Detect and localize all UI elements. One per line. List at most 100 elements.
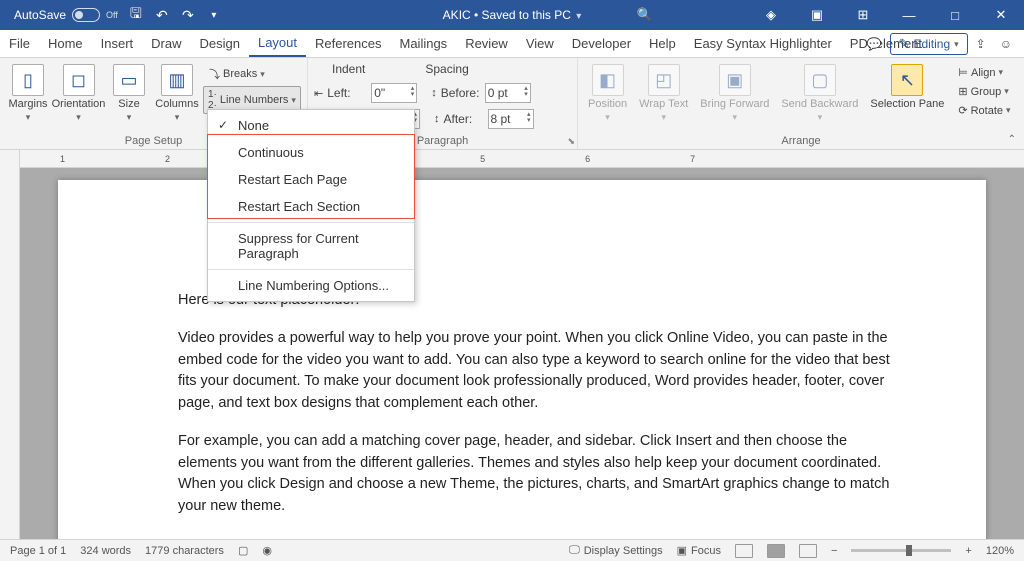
- titlebar: AutoSave Off 🖫 ↶ ↷ ▾ AKIC • Saved to thi…: [0, 0, 1024, 30]
- tab-insert[interactable]: Insert: [92, 30, 143, 57]
- horizontal-ruler[interactable]: 1234567: [20, 150, 1024, 168]
- columns-button[interactable]: ▥ Columns ▾: [155, 62, 199, 125]
- check-icon: ✓: [218, 118, 228, 132]
- breaks-icon: ⤵: [209, 66, 220, 82]
- account-icon[interactable]: ☺: [994, 35, 1018, 53]
- line-numbers-none[interactable]: ✓ None: [208, 112, 414, 139]
- workspace: 1234567 Here is our text placeholder: Vi…: [0, 150, 1024, 539]
- position-button[interactable]: ◧ Position▾: [584, 62, 631, 125]
- group-label-arrange: Arrange: [584, 135, 1018, 149]
- panel-icon[interactable]: ⊞: [840, 0, 886, 30]
- line-numbers-continuous[interactable]: Continuous: [208, 139, 414, 166]
- app-icon[interactable]: ▣: [794, 0, 840, 30]
- zoom-out-button[interactable]: −: [831, 545, 837, 557]
- rotate-button[interactable]: ⟳Rotate▾: [952, 102, 1016, 119]
- tab-review[interactable]: Review: [456, 30, 517, 57]
- paragraph-launcher[interactable]: ⬊: [567, 136, 575, 147]
- bring-forward-icon: ▣: [719, 64, 751, 96]
- tab-layout[interactable]: Layout: [249, 30, 306, 57]
- tab-references[interactable]: References: [306, 30, 390, 57]
- group-icon: ⊞: [958, 85, 967, 98]
- spacing-after-icon: ↕: [434, 113, 440, 125]
- editing-mode-button[interactable]: Editing ▾: [890, 33, 968, 55]
- accessibility-icon[interactable]: ◉: [262, 544, 272, 557]
- autosave-label: AutoSave: [14, 8, 66, 22]
- comments-icon[interactable]: 💬: [861, 35, 888, 53]
- document-title[interactable]: AKIC • Saved to this PC ▾: [443, 8, 582, 22]
- selection-pane-icon: ↖: [891, 64, 923, 96]
- tab-easysyntax[interactable]: Easy Syntax Highlighter: [685, 30, 841, 57]
- statusbar: Page 1 of 1 324 words 1779 characters ▢ …: [0, 539, 1024, 561]
- save-icon[interactable]: 🖫: [128, 7, 144, 23]
- ribbon: ▯ Margins ▾ ◻ Orientation ▾ ▭ Size ▾ ▥ C…: [0, 58, 1024, 150]
- word-count[interactable]: 324 words: [80, 545, 131, 557]
- wrap-text-button[interactable]: ◰ Wrap Text▾: [635, 62, 692, 125]
- columns-icon: ▥: [161, 64, 193, 96]
- menu-separator: [208, 222, 414, 223]
- print-layout-icon[interactable]: [767, 544, 785, 558]
- line-numbers-options[interactable]: Line Numbering Options...: [208, 272, 414, 299]
- collapse-ribbon-icon[interactable]: ⌃: [1008, 134, 1016, 145]
- tab-home[interactable]: Home: [39, 30, 92, 57]
- close-button[interactable]: ✕: [978, 0, 1024, 30]
- zoom-level[interactable]: 120%: [986, 545, 1014, 557]
- send-backward-icon: ▢: [804, 64, 836, 96]
- maximize-button[interactable]: □: [932, 0, 978, 30]
- align-button[interactable]: ⊨Align▾: [952, 64, 1016, 81]
- zoom-in-button[interactable]: +: [965, 545, 971, 557]
- search-icon[interactable]: 🔍: [622, 0, 668, 30]
- orientation-icon: ◻: [63, 64, 95, 96]
- redo-icon[interactable]: ↷: [180, 7, 196, 23]
- spell-check-icon[interactable]: ▢: [238, 544, 248, 557]
- line-numbers-suppress[interactable]: Suppress for Current Paragraph: [208, 225, 414, 267]
- orientation-button[interactable]: ◻ Orientation ▾: [54, 62, 103, 125]
- tab-developer[interactable]: Developer: [563, 30, 640, 57]
- send-backward-button[interactable]: ▢ Send Backward▾: [777, 62, 862, 125]
- tab-view[interactable]: View: [517, 30, 563, 57]
- ribbon-tabs: File Home Insert Draw Design Layout Refe…: [0, 30, 1024, 58]
- group-button[interactable]: ⊞Group▾: [952, 83, 1016, 100]
- page[interactable]: Here is our text placeholder: Video prov…: [58, 180, 986, 539]
- bring-forward-button[interactable]: ▣ Bring Forward▾: [696, 62, 773, 125]
- margins-icon: ▯: [12, 64, 44, 96]
- focus-button[interactable]: ▣ Focus: [677, 544, 721, 557]
- undo-icon[interactable]: ↶: [154, 7, 170, 23]
- minimize-button[interactable]: —: [886, 0, 932, 30]
- qa-more-icon[interactable]: ▾: [206, 7, 222, 23]
- toggle-off-icon: [72, 8, 100, 22]
- diamond-icon[interactable]: ◈: [748, 0, 794, 30]
- line-numbers-dropdown: ✓ None Continuous Restart Each Page Rest…: [207, 109, 415, 302]
- zoom-slider[interactable]: [851, 549, 951, 552]
- tab-mailings[interactable]: Mailings: [391, 30, 457, 57]
- tab-draw[interactable]: Draw: [142, 30, 190, 57]
- read-mode-icon[interactable]: [735, 544, 753, 558]
- chevron-down-icon: ▾: [576, 11, 581, 22]
- spacing-before-input[interactable]: 0 pt: [485, 83, 531, 103]
- spacing-before-icon: ↕: [431, 87, 437, 99]
- tab-help[interactable]: Help: [640, 30, 685, 57]
- tab-design[interactable]: Design: [191, 30, 249, 57]
- page-count[interactable]: Page 1 of 1: [10, 545, 66, 557]
- document-area[interactable]: Here is our text placeholder: Video prov…: [20, 168, 1024, 539]
- display-settings-button[interactable]: 🖵 Display Settings: [569, 544, 662, 557]
- share-icon[interactable]: ⇪: [970, 35, 992, 53]
- wrap-text-icon: ◰: [648, 64, 680, 96]
- indent-left-input[interactable]: 0": [371, 83, 417, 103]
- line-numbers-restart-section[interactable]: Restart Each Section: [208, 193, 414, 220]
- breaks-button[interactable]: ⤵ Breaks ▾: [203, 64, 301, 84]
- rotate-icon: ⟳: [958, 104, 967, 117]
- line-numbers-restart-page[interactable]: Restart Each Page: [208, 166, 414, 193]
- document-text[interactable]: For example, you can add a matching cove…: [178, 431, 890, 518]
- char-count[interactable]: 1779 characters: [145, 545, 224, 557]
- margins-button[interactable]: ▯ Margins ▾: [6, 62, 50, 125]
- spacing-after-input[interactable]: 8 pt: [488, 109, 534, 129]
- indent-left-icon: ⇤: [314, 87, 323, 100]
- selection-pane-button[interactable]: ↖ Selection Pane: [866, 62, 948, 112]
- vertical-ruler[interactable]: [0, 150, 20, 539]
- size-button[interactable]: ▭ Size ▾: [107, 62, 151, 125]
- tab-file[interactable]: File: [0, 30, 39, 57]
- position-icon: ◧: [592, 64, 624, 96]
- web-layout-icon[interactable]: [799, 544, 817, 558]
- autosave-toggle[interactable]: AutoSave Off: [14, 8, 118, 22]
- document-text[interactable]: Video provides a powerful way to help yo…: [178, 328, 890, 415]
